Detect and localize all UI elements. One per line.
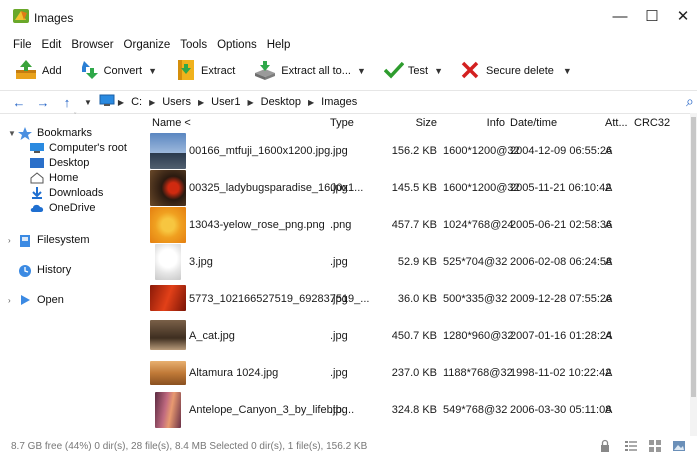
sidebar-item-computers-root[interactable]: Computer's root [30,142,127,154]
minimize-button[interactable]: — [605,6,635,28]
collapse-icon[interactable]: ▼ [8,129,18,138]
crumb-c[interactable]: C: [131,96,142,108]
status-text: 8.7 GB free (44%) 0 dir(s), 28 file(s), … [11,441,368,452]
convert-dropdown-icon[interactable]: ▼ [148,66,157,76]
menu-help[interactable]: Help [267,39,291,51]
add-button[interactable]: Add [10,57,66,85]
checkmark-icon [383,61,405,82]
star-icon [18,127,32,140]
grid-view-icon[interactable] [648,439,662,453]
clock-icon [18,264,32,277]
thumbnail-red-leaf [150,285,186,311]
lock-icon[interactable] [598,439,612,453]
menu-organize[interactable]: Organize [124,39,171,51]
sidebar: ˇ ▼ Bookmarks Computer's root Desktop Ho… [0,113,142,436]
app-icon [13,9,29,23]
test-button[interactable]: Test ▼ [380,57,453,85]
computer-icon [30,142,44,154]
sidebar-open[interactable]: › Open [8,294,64,306]
thumbnail-dog [155,244,181,280]
window-title: Images [34,11,74,25]
file-list: Name < Type Size Info Date/time Att... C… [143,113,697,436]
column-header-info[interactable]: Info [443,117,505,129]
column-header-type[interactable]: Type [330,117,354,129]
file-row[interactable]: Altamura 1024.jpg .jpg 237.0 KB 1188*768… [143,355,697,392]
file-row[interactable]: 5773_102166527519_692837519_... .jpg 36.… [143,281,697,318]
desktop-icon [30,157,44,169]
column-header-name[interactable]: Name < [152,117,191,129]
column-header-size[interactable]: Size [383,117,437,129]
back-button[interactable]: ← [8,95,30,110]
expand-icon[interactable]: › [8,296,18,305]
toolbar: Add Convert ▼ Extract Extract all to... … [0,56,582,86]
title-bar: Images — ☐ ✕ [0,0,697,32]
play-icon [18,294,32,306]
sidebar-bookmarks[interactable]: ▼ Bookmarks [8,127,92,140]
sidebar-filesystem[interactable]: › Filesystem [8,234,90,247]
extract-icon [175,58,197,85]
sidebar-item-onedrive[interactable]: OneDrive [30,202,95,214]
crumb-users[interactable]: Users [162,96,191,108]
status-bar: 8.7 GB free (44%) 0 dir(s), 28 file(s), … [0,438,697,455]
cloud-icon [30,202,44,214]
menu-browser[interactable]: Browser [71,39,113,51]
crumb-user1[interactable]: User1 [211,96,240,108]
convert-button[interactable]: Convert ▼ [74,57,167,85]
column-header-crc32[interactable]: CRC32 [634,117,670,129]
thumbnail-altamura [150,361,186,385]
details-view-icon[interactable] [624,439,638,453]
file-row[interactable]: 13043-yelow_rose_png.png .png 457.7 KB 1… [143,207,697,244]
delete-x-icon [461,61,479,82]
column-header-datetime[interactable]: Date/time [510,117,557,129]
menu-file[interactable]: File [13,39,32,51]
menu-tools[interactable]: Tools [180,39,207,51]
extract-all-icon [253,59,277,84]
thumbnail-cat [150,320,186,350]
file-row[interactable]: A_cat.jpg .jpg 450.7 KB 1280*960@32 2007… [143,318,697,355]
sidebar-item-downloads[interactable]: Downloads [30,187,103,199]
file-row[interactable]: 3.jpg .jpg 52.9 KB 525*704@32 2006-02-08… [143,244,697,281]
column-header-attributes[interactable]: Att... [605,117,628,129]
thumbnail-ladybug [150,170,186,206]
secure-delete-dropdown-icon[interactable]: ▼ [563,66,572,76]
up-button[interactable]: ↑ [56,95,78,110]
crumb-desktop[interactable]: Desktop [261,96,301,108]
secure-delete-button[interactable]: Secure delete ▼ [457,57,582,85]
test-dropdown-icon[interactable]: ▼ [434,66,443,76]
file-row[interactable]: 00325_ladybugsparadise_1600x1... .jpg 14… [143,170,697,207]
thumbnail-antelope-canyon [155,392,181,428]
extract-all-dropdown-icon[interactable]: ▼ [357,66,366,76]
file-row[interactable]: Antelope_Canyon_3_by_lifebtb.... .jpg 32… [143,392,697,429]
crumb-images[interactable]: Images [321,96,357,108]
maximize-button[interactable]: ☐ [637,6,667,28]
vertical-scrollbar[interactable] [690,113,697,436]
thumbnail-rose [150,207,186,243]
file-row[interactable]: 00166_mtfuji_1600x1200.jpg .jpg 156.2 KB… [143,133,697,170]
add-icon [14,59,38,84]
home-icon [30,172,44,184]
download-arrow-icon [30,187,44,199]
sidebar-item-home[interactable]: Home [30,172,78,184]
computer-icon [99,94,115,110]
forward-button[interactable]: → [32,95,54,110]
drive-icon [18,234,32,247]
history-dropdown-icon[interactable]: ▼ [84,98,92,107]
extract-button[interactable]: Extract [171,57,239,85]
sidebar-item-desktop[interactable]: Desktop [30,157,89,169]
menu-bar: File Edit Browser Organize Tools Options… [0,37,290,53]
extract-all-button[interactable]: Extract all to... ▼ [249,57,376,85]
sidebar-history[interactable]: History [18,264,71,277]
menu-options[interactable]: Options [217,39,257,51]
thumbnail-view-icon[interactable] [672,439,686,453]
expand-icon[interactable]: › [8,236,18,245]
sidebar-grip[interactable]: ˇ [74,113,76,120]
scrollbar-thumb[interactable] [691,117,696,397]
thumbnail-mtfuji [150,133,186,169]
convert-icon [78,59,100,84]
menu-edit[interactable]: Edit [42,39,62,51]
address-bar: ← → ↑ ▼ ▶ C: ▶ Users ▶ User1 ▶ Desktop ▶… [0,90,697,114]
search-icon[interactable]: ⌕ [686,93,694,110]
close-button[interactable]: ✕ [668,6,697,28]
